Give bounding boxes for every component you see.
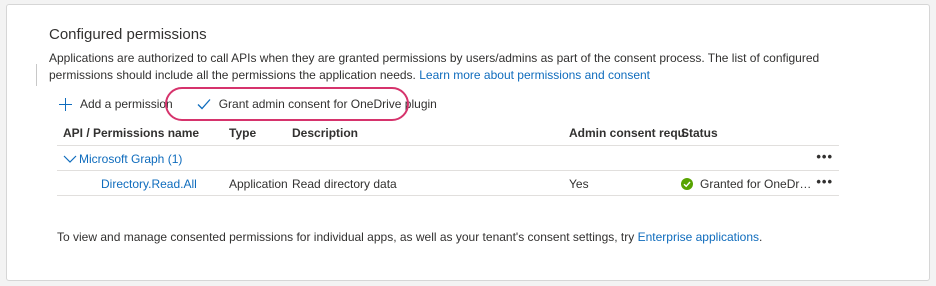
column-header-description[interactable]: Description — [292, 126, 542, 140]
permission-description: Read directory data — [292, 177, 397, 191]
section-description: Applications are authorized to call APIs… — [49, 50, 849, 84]
api-group-name: Microsoft Graph (1) — [79, 152, 183, 166]
column-header-api[interactable]: API / Permissions name — [63, 126, 213, 140]
footer-note: To view and manage consented permissions… — [57, 230, 762, 244]
more-options-icon[interactable]: ••• — [816, 149, 833, 164]
add-permission-button[interactable]: Add a permission — [59, 97, 173, 111]
column-header-status[interactable]: Status — [681, 126, 821, 140]
status-text: Granted for OneDrive plugin — [700, 177, 812, 191]
table-header-row: API / Permissions name Type Description … — [57, 118, 839, 146]
learn-more-link[interactable]: Learn more about permissions and consent — [419, 68, 650, 82]
plus-icon — [59, 97, 72, 111]
table-row: Directory.Read.All Application Read dire… — [57, 171, 839, 196]
enterprise-applications-link[interactable]: Enterprise applications — [638, 230, 759, 244]
divider — [36, 64, 37, 86]
chevron-down-icon — [63, 155, 77, 163]
section-title: Configured permissions — [49, 26, 207, 43]
checkmark-icon — [197, 99, 211, 110]
footer-text: To view and manage consented permissions… — [57, 230, 635, 244]
status-badge: Granted for OneDrive plugin — [681, 177, 821, 191]
api-group-row: Microsoft Graph (1) ••• — [57, 146, 839, 171]
permission-type: Application — [229, 177, 288, 191]
permissions-table: API / Permissions name Type Description … — [57, 118, 839, 196]
column-header-admin-consent[interactable]: Admin consent requ... — [569, 126, 687, 140]
admin-consent-required: Yes — [569, 177, 589, 191]
add-permission-label: Add a permission — [80, 97, 173, 111]
api-group-toggle[interactable]: Microsoft Graph (1) — [63, 152, 213, 166]
more-options-icon[interactable]: ••• — [816, 174, 833, 189]
grant-admin-consent-label: Grant admin consent for OneDrive plugin — [218, 97, 437, 111]
success-check-icon — [681, 178, 693, 190]
permissions-toolbar: Add a permission Grant admin consent for… — [59, 94, 437, 114]
grant-admin-consent-button[interactable]: Grant admin consent for OneDrive plugin — [197, 97, 437, 111]
footer-period: . — [759, 230, 763, 244]
column-header-type[interactable]: Type — [229, 126, 289, 140]
